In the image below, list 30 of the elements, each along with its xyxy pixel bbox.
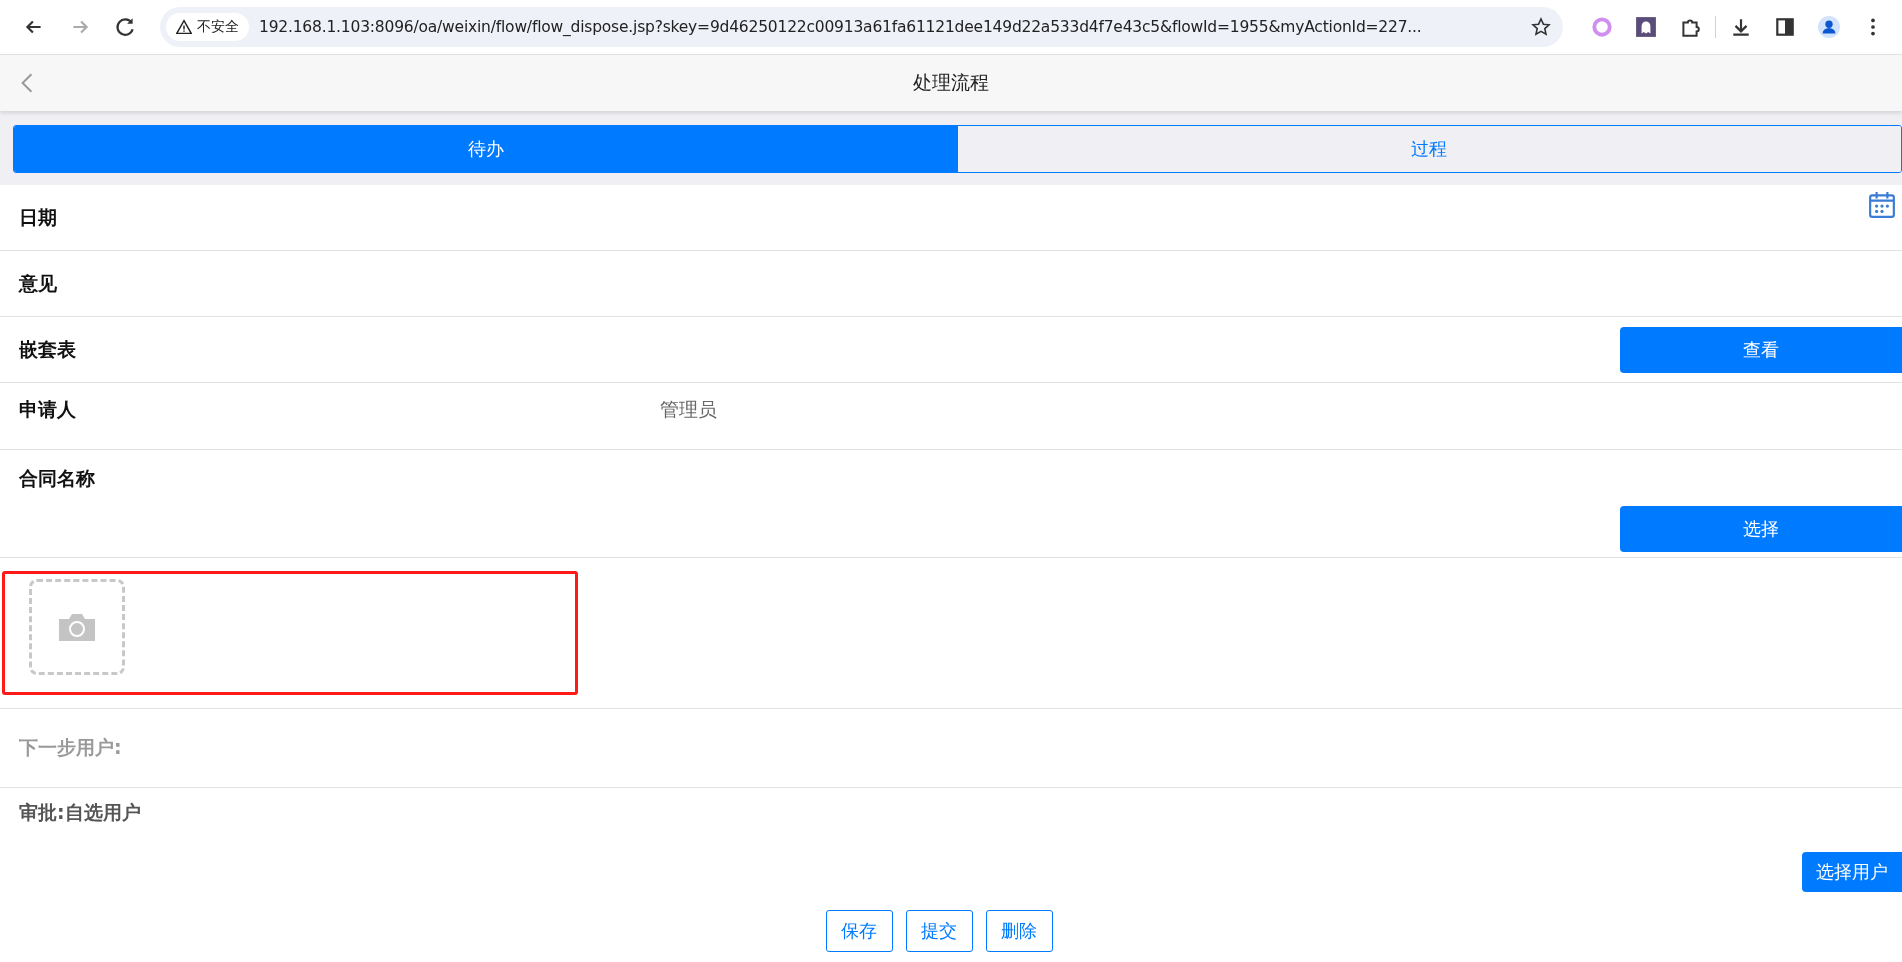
back-chevron-icon[interactable] [20,72,34,94]
side-panel-icon[interactable] [1774,16,1796,38]
page-title: 处理流程 [913,70,989,95]
action-button[interactable]: 保存 [825,910,893,952]
approval-label: 审批:自选用户 [19,800,142,825]
field-label: 申请人 [19,397,76,422]
select-button[interactable]: 选择 [1620,506,1902,552]
profile-icon[interactable] [1818,16,1840,38]
select-user-button[interactable]: 选择用户 [1802,852,1902,892]
action-button[interactable]: 删除 [985,910,1053,952]
ghost-icon[interactable] [1635,16,1657,38]
field-value: 管理员 [660,397,717,422]
puzzle-icon[interactable] [1679,16,1701,38]
field-label: 日期 [19,204,57,230]
next-user-label: 下一步用户: [19,735,122,760]
warning-icon [176,19,192,35]
security-chip[interactable]: 不安全 [166,13,249,41]
address-bar[interactable]: 不安全 192.168.1.103:8096/oa/weixin/flow/flow_dispose.jsp?skey=9d46250122c00913a61fa61121dee149d22a533d4f7e43c5&flowId=1955&myActionId=227... [160,7,1563,47]
action-button[interactable]: 提交 [905,910,973,952]
url-text: 192.168.1.103:8096/oa/weixin/flow/flow_dispose.jsp?skey=9d46250122c00913a61fa61121dee149d22a533d4f7e43c5&flowId=1955&myActionId=227... [259,18,1423,36]
calendar-icon[interactable] [1868,191,1896,219]
download-icon[interactable] [1730,16,1752,38]
view-button[interactable]: 查看 [1620,326,1902,373]
star-icon[interactable] [1531,17,1551,37]
field-label: 合同名称 [19,466,95,491]
field-label: 嵌套表 [19,336,76,362]
reload-icon[interactable] [115,16,137,38]
segment-tab[interactable]: 待办 [14,126,958,172]
field-label: 意见 [19,270,57,296]
camera-icon [57,611,97,643]
